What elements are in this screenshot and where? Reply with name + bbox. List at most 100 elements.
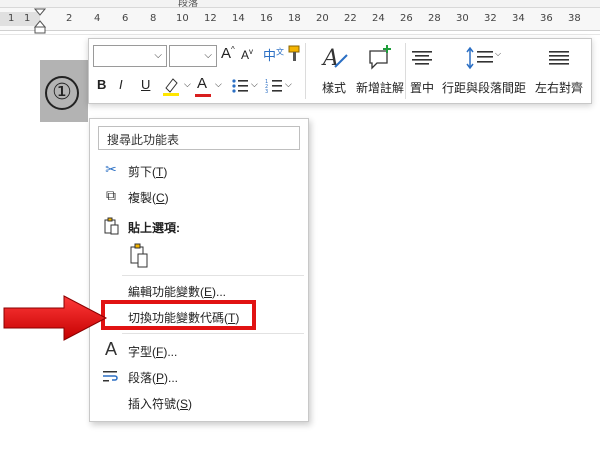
ruler-number: 24 (372, 13, 385, 24)
ruler-number: 20 (316, 13, 329, 24)
bold-button[interactable]: B (97, 77, 106, 92)
new-comment-icon (369, 45, 391, 70)
copy-icon: ⧉ (106, 187, 116, 203)
menu-separator (122, 333, 304, 334)
ruler-number: 36 (540, 13, 553, 24)
menu-item-label: 字型( (128, 345, 156, 359)
scissors-icon: ✂ (105, 161, 117, 177)
chevron-down-icon[interactable]: ⌵ (285, 79, 292, 90)
italic-button[interactable]: I (119, 77, 123, 92)
menu-item-edit-field[interactable]: 編輯功能變數(E)... (90, 279, 308, 301)
font-color-swatch (195, 94, 211, 97)
chevron-down-icon: ⌵ (154, 50, 162, 61)
ruler-divider (0, 34, 600, 35)
menu-item-insert-symbol[interactable]: 插入符號(S) (90, 391, 308, 413)
mini-toolbar: ⌵ ⌵ A^ Av 中文 B I U ⌵ A ⌵ ⌵ 1 2 3 ⌵ A 樣式 (88, 38, 592, 104)
ruler-number: 10 (176, 13, 189, 24)
ruler-number: 4 (94, 13, 101, 24)
horizontal-ruler[interactable]: 1 1 2 4 6 8 10 12 14 16 18 20 22 24 26 2… (0, 8, 600, 31)
ruler-number: 38 (568, 13, 581, 24)
svg-text:3: 3 (265, 89, 268, 95)
paste-options-label: 貼上選項: (128, 221, 180, 235)
highlighter-icon[interactable] (161, 75, 183, 97)
menu-item-suffix: )... (212, 285, 227, 299)
menu-search-placeholder: 搜尋此功能表 (107, 133, 180, 147)
ruler-number: 28 (428, 13, 441, 24)
line-spacing-icon: ⌵ (466, 46, 501, 70)
menu-item-paragraph[interactable]: 段落(P)... (90, 365, 308, 387)
paragraph-icon (103, 371, 118, 382)
underline-button[interactable]: U (141, 77, 150, 92)
menu-item-font[interactable]: A 字型(F)... (90, 339, 308, 361)
menu-item-suffix: ) (164, 191, 169, 205)
access-key: C (156, 191, 165, 205)
ruler-number: 18 (288, 13, 301, 24)
justify-button[interactable]: 左右對齊 (529, 43, 589, 95)
ruler-number: 8 (150, 13, 157, 24)
chevron-down-icon: ⌵ (204, 50, 212, 61)
new-comment-button[interactable]: 新增註解 (349, 43, 411, 95)
grow-font-button[interactable]: A^ (221, 45, 235, 62)
font-name-combo[interactable]: ⌵ (93, 45, 167, 67)
ruler-number: 1 (24, 13, 31, 24)
menu-item-cut[interactable]: ✂ 剪下(T) (90, 159, 308, 181)
menu-item-copy[interactable]: ⧉ 複製(C) (90, 185, 308, 207)
ruler-number: 32 (484, 13, 497, 24)
ruler-number: 16 (260, 13, 273, 24)
paste-icon (104, 217, 119, 235)
font-color-button[interactable]: A (197, 75, 207, 92)
ribbon-bottom-edge: 段落 (0, 0, 600, 9)
numbering-icon[interactable]: 1 2 3 (265, 77, 283, 95)
menu-item-label: 複製( (128, 191, 156, 205)
menu-item-suffix: ) (163, 165, 168, 179)
align-center-icon (412, 51, 432, 65)
ruler-number: 14 (232, 13, 245, 24)
access-key: P (156, 371, 165, 385)
svg-text:⌵: ⌵ (495, 49, 501, 58)
chevron-down-icon[interactable]: ⌵ (251, 79, 258, 90)
menu-item-label: 編輯功能變數( (128, 285, 204, 299)
center-label: 置中 (409, 81, 434, 95)
ruler-number: 1 (8, 13, 15, 24)
ruler-number: 30 (456, 13, 469, 24)
bullets-icon[interactable] (231, 77, 249, 95)
line-spacing-label: 行距與段落間距 (441, 81, 526, 95)
line-spacing-button[interactable]: ⌵ 行距與段落間距 (441, 43, 527, 95)
indent-marker-icon[interactable] (34, 8, 46, 34)
new-comment-label: 新增註解 (355, 81, 404, 95)
toggle-field-codes-highlight-box (101, 300, 256, 330)
menu-item-label: 段落( (128, 371, 156, 385)
justify-label: 左右對齊 (534, 81, 583, 95)
menu-item-suffix: ) (188, 397, 193, 411)
field-result-character[interactable]: ① (45, 76, 79, 110)
menu-item-paste-options: 貼上選項: (90, 215, 308, 237)
ruler-number: 26 (400, 13, 413, 24)
chevron-down-icon[interactable]: ⌵ (215, 79, 222, 90)
menu-item-label: 插入符號( (128, 397, 180, 411)
styles-icon: A (321, 46, 348, 71)
menu-search-input[interactable]: 搜尋此功能表 (98, 126, 300, 150)
context-menu: 搜尋此功能表 ✂ 剪下(T) ⧉ 複製(C) 貼上選項: 編輯功能變數(E)..… (89, 118, 309, 422)
format-painter-icon[interactable] (287, 45, 303, 63)
menu-item-suffix: )... (163, 345, 178, 359)
chevron-down-icon[interactable]: ⌵ (184, 79, 191, 90)
justify-icon (549, 51, 569, 65)
svg-text:A: A (321, 46, 339, 71)
ruler-number: 2 (66, 13, 73, 24)
phonetic-guide-button[interactable]: 中文 (263, 45, 284, 64)
ruler-number: 22 (344, 13, 357, 24)
menu-item-suffix: )... (164, 371, 179, 385)
ruler-number: 6 (122, 13, 129, 24)
access-key: S (180, 397, 189, 411)
access-key: E (204, 285, 213, 299)
red-arrow-icon (3, 295, 108, 341)
ruler-number: 12 (204, 13, 217, 24)
center-button[interactable]: 置中 (405, 43, 439, 95)
toolbar-separator (305, 43, 306, 99)
keep-text-only-paste-icon[interactable] (128, 243, 150, 269)
ruler-number: 34 (512, 13, 525, 24)
shrink-font-button[interactable]: Av (241, 47, 253, 62)
font-size-combo[interactable]: ⌵ (169, 45, 217, 67)
menu-separator (122, 275, 304, 276)
menu-item-label: 剪下( (128, 165, 156, 179)
